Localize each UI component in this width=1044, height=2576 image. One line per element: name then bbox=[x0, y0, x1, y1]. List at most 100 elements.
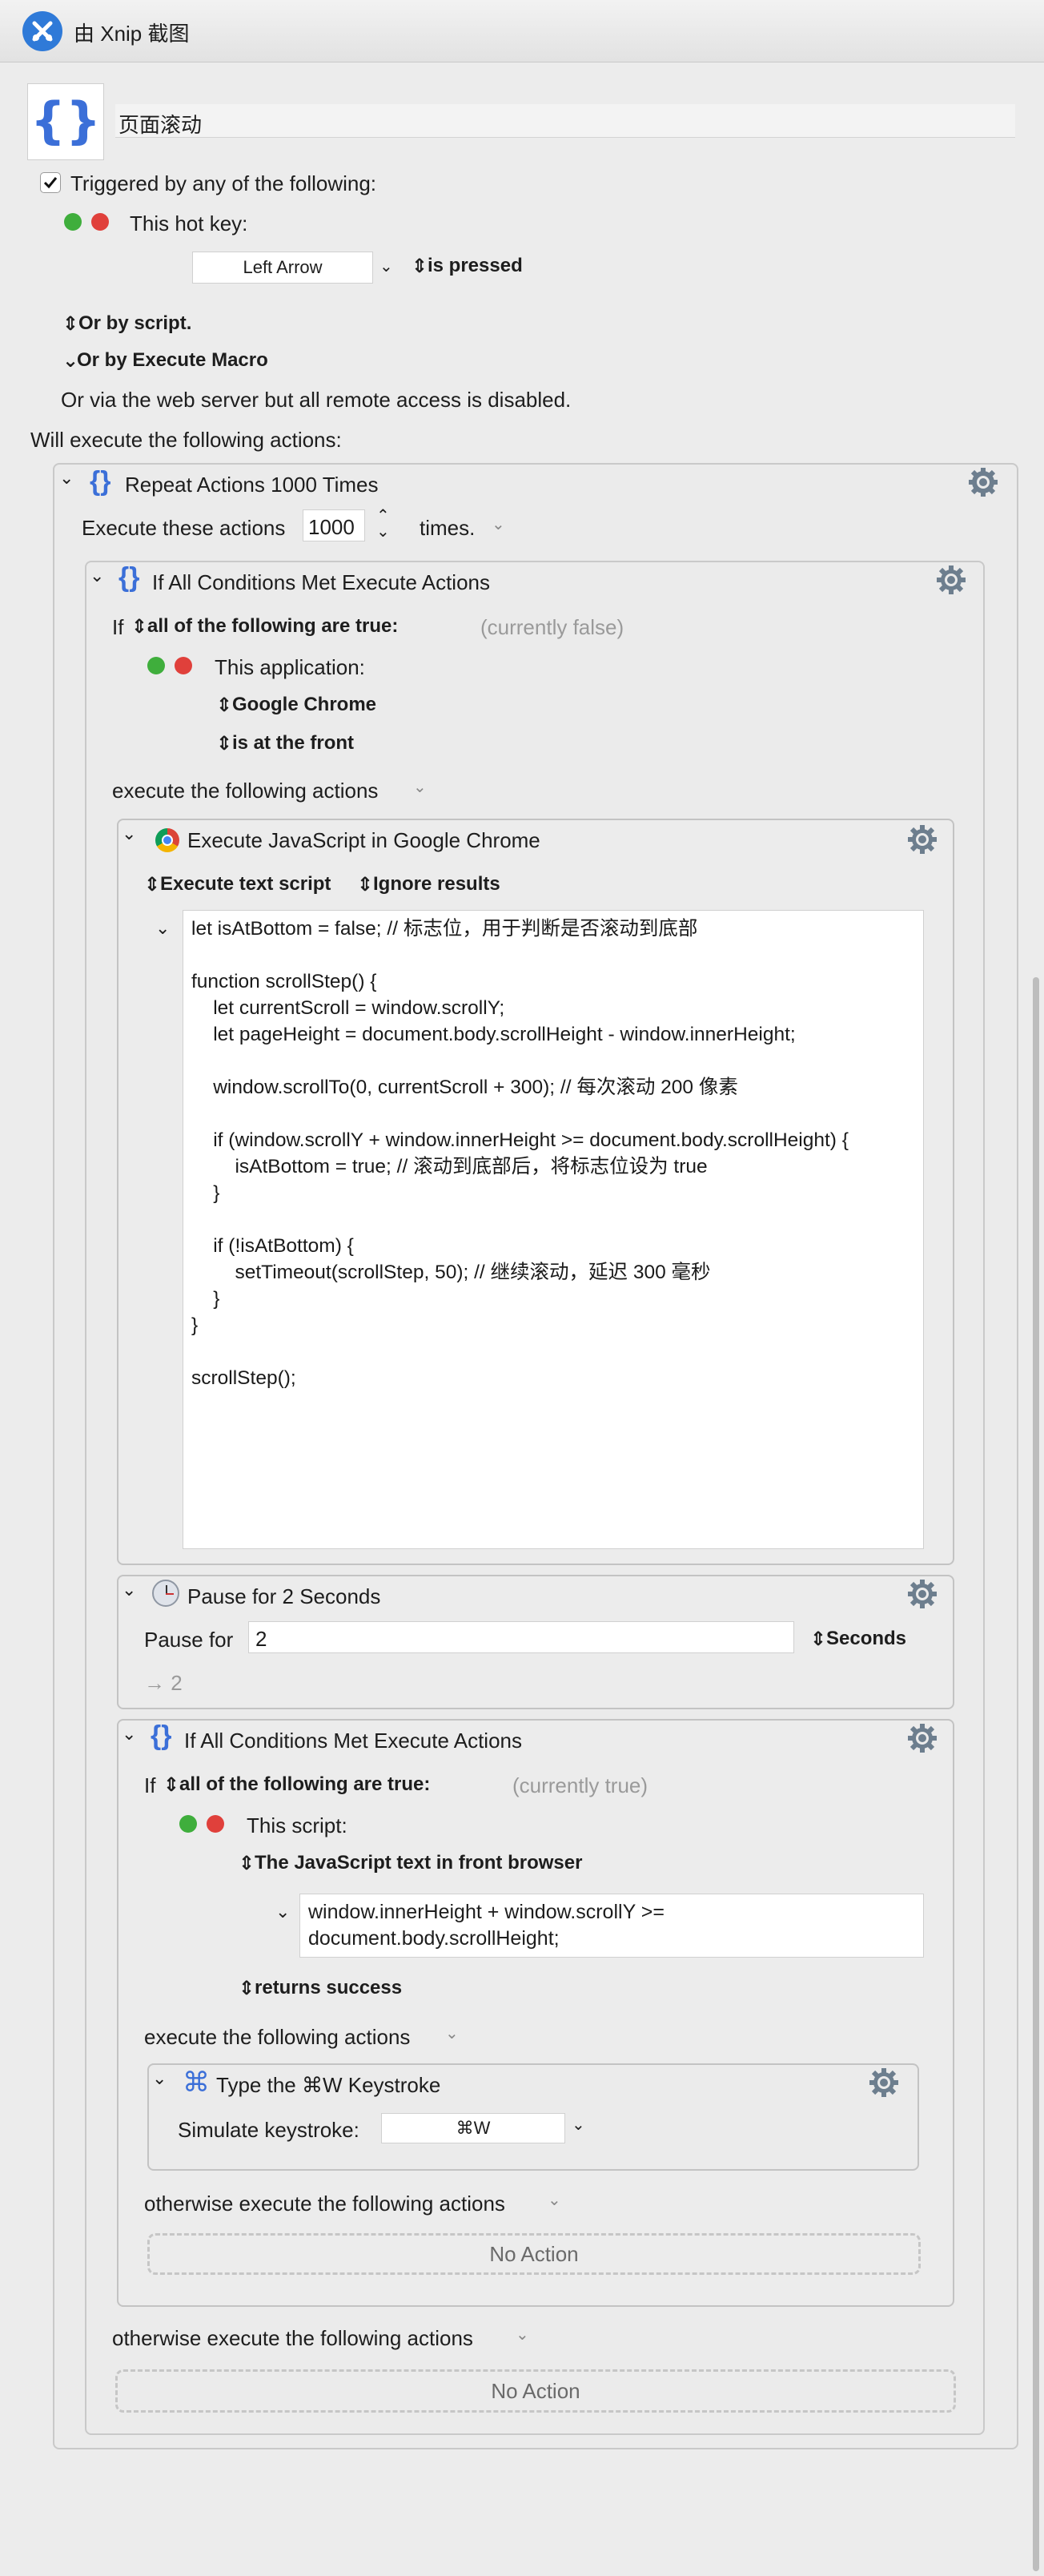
macro-name-field[interactable]: 页面滚动 bbox=[115, 104, 1015, 138]
updown-icon: ⇕ bbox=[239, 1853, 255, 1875]
code-line: if (!isAtBottom) { bbox=[191, 1235, 354, 1257]
otherwise-dropdown-icon[interactable]: ⌄ bbox=[516, 2324, 529, 2345]
if2-title: If All Conditions Met Execute Actions bbox=[184, 1729, 522, 1753]
code-line: } bbox=[191, 1314, 199, 1336]
if2-condition-popup[interactable]: ⇕all of the following are true: bbox=[163, 1773, 430, 1797]
execute-dropdown-icon[interactable]: ⌄ bbox=[445, 2023, 459, 2043]
no-action-drop-zone[interactable]: No Action bbox=[147, 2233, 921, 2275]
keystroke-action-panel[interactable]: ⌄ ⌘ Type the ⌘W Keystroke Simulate keyst… bbox=[147, 2063, 919, 2171]
code-line: } bbox=[191, 1288, 220, 1310]
script-collapse-icon[interactable]: ⌄ bbox=[275, 1902, 290, 1922]
code-line: let currentScroll = window.scrollY; bbox=[191, 997, 505, 1019]
macro-icon[interactable]: {} bbox=[27, 83, 104, 160]
script-type-popup[interactable]: ⇕The JavaScript text in front browser bbox=[239, 1852, 582, 1875]
updown-icon: ⇕ bbox=[62, 313, 79, 336]
gear-icon[interactable] bbox=[906, 823, 938, 855]
gear-icon[interactable] bbox=[906, 1722, 938, 1754]
if1-otherwise-label: otherwise execute the following actions bbox=[112, 2326, 473, 2350]
add-trigger-icon[interactable] bbox=[64, 213, 82, 231]
remove-trigger-icon[interactable] bbox=[91, 213, 109, 231]
if2-execute-label: execute the following actions bbox=[144, 2025, 411, 2049]
collapse-chevron-icon[interactable]: ⌄ bbox=[122, 1580, 136, 1600]
code-line: let pageHeight = document.body.scrollHei… bbox=[191, 1024, 796, 1045]
js-results-popup[interactable]: ⇕Ignore results bbox=[357, 873, 500, 896]
collapse-chevron-icon[interactable]: ⌄ bbox=[152, 2068, 167, 2089]
collapse-chevron-icon[interactable]: ⌄ bbox=[59, 468, 74, 489]
collapse-chevron-icon[interactable]: ⌄ bbox=[122, 1724, 136, 1745]
updown-icon: ⇕ bbox=[239, 1978, 255, 2000]
app-name-popup[interactable]: ⇕Google Chrome bbox=[216, 694, 376, 717]
script-result-popup[interactable]: ⇕returns success bbox=[239, 1977, 402, 2000]
hotkey-value: Left Arrow bbox=[243, 257, 323, 277]
if-actions-panel-2[interactable]: ⌄ {} If All Conditions Met Execute Actio… bbox=[117, 1719, 954, 2307]
execute-dropdown-icon[interactable]: ⌄ bbox=[413, 777, 427, 797]
if1-condition-popup[interactable]: ⇕all of the following are true: bbox=[131, 615, 398, 638]
repeat-action-panel[interactable]: ⌄ {} Repeat Actions 1000 Times Execute t… bbox=[53, 463, 1018, 2449]
updown-icon: ⇕ bbox=[216, 694, 233, 717]
code-line: if (window.scrollY + window.innerHeight … bbox=[191, 1129, 849, 1151]
gear-icon[interactable] bbox=[935, 564, 967, 596]
gear-icon[interactable] bbox=[868, 2067, 900, 2099]
clock-icon bbox=[152, 1580, 179, 1607]
if1-execute-label: execute the following actions bbox=[112, 779, 379, 803]
updown-icon: ⇕ bbox=[357, 874, 374, 896]
or-by-script[interactable]: ⇕Or by script. bbox=[62, 312, 191, 336]
js-action-panel[interactable]: ⌄ Execute JavaScript in Google Chrome ⇕E… bbox=[117, 819, 954, 1565]
web-server-note: Or via the web server but all remote acc… bbox=[61, 388, 572, 412]
triggered-checkbox[interactable] bbox=[40, 172, 61, 193]
window-title: 由 Xnip 截图 bbox=[74, 22, 190, 46]
pause-result: → 2 bbox=[144, 1671, 183, 1695]
keystroke-dropdown-icon[interactable]: ⌄ bbox=[572, 2115, 585, 2135]
js-title: Execute JavaScript in Google Chrome bbox=[187, 828, 540, 852]
repeat-count-field[interactable]: 1000 bbox=[303, 509, 365, 541]
if1-status: (currently false) bbox=[480, 615, 624, 639]
code-line: scrollStep(); bbox=[191, 1367, 296, 1389]
pause-title: Pause for 2 Seconds bbox=[187, 1584, 381, 1608]
gear-icon[interactable] bbox=[906, 1578, 938, 1610]
if-icon: {} bbox=[151, 1721, 172, 1751]
updown-icon: ⇕ bbox=[810, 1628, 827, 1651]
or-by-execute-macro[interactable]: ⌄Or by Execute Macro bbox=[62, 349, 268, 372]
pause-value-field[interactable]: 2 bbox=[248, 1621, 794, 1653]
pause-unit-popup[interactable]: ⇕Seconds bbox=[810, 1628, 906, 1651]
stepper-icon[interactable]: ⌃ ⌄ bbox=[376, 508, 390, 540]
js-code: let isAtBottom = false; // 标志位，用于判断是否滚动到… bbox=[191, 916, 915, 1391]
hotkey-dropdown-icon[interactable]: ⌄ bbox=[379, 256, 393, 276]
times-dropdown-icon[interactable]: ⌄ bbox=[492, 514, 505, 534]
otherwise-dropdown-icon[interactable]: ⌄ bbox=[548, 2190, 561, 2210]
collapse-chevron-icon[interactable]: ⌄ bbox=[122, 823, 136, 844]
remove-condition-icon[interactable] bbox=[207, 1815, 224, 1833]
if-icon: {} bbox=[118, 562, 140, 593]
script-text-field[interactable]: window.innerHeight + window.scrollY >= d… bbox=[299, 1894, 924, 1958]
app-state-popup[interactable]: ⇕is at the front bbox=[216, 732, 354, 755]
pause-action-panel[interactable]: ⌄ Pause for 2 Seconds Pause for 2 ⇕Secon… bbox=[117, 1575, 954, 1709]
code-collapse-icon[interactable]: ⌄ bbox=[155, 918, 170, 939]
repeat-title: Repeat Actions 1000 Times bbox=[125, 473, 379, 497]
gear-icon[interactable] bbox=[967, 466, 999, 498]
remove-condition-icon[interactable] bbox=[175, 657, 192, 674]
keystroke-field[interactable]: ⌘W bbox=[381, 2113, 565, 2143]
title-bar: 由 Xnip 截图 bbox=[0, 0, 1044, 62]
hotkey-state: is pressed bbox=[428, 255, 523, 276]
add-condition-icon[interactable] bbox=[147, 657, 165, 674]
collapse-chevron-icon[interactable]: ⌄ bbox=[90, 566, 104, 586]
hotkey-field[interactable]: Left Arrow bbox=[192, 252, 373, 284]
app-condition-label: This application: bbox=[215, 655, 365, 679]
hotkey-state-popup[interactable]: ⇕is pressed bbox=[412, 255, 523, 278]
macro-name: 页面滚动 bbox=[118, 113, 203, 137]
triggers-header: Triggered by any of the following: bbox=[70, 171, 377, 195]
add-condition-icon[interactable] bbox=[179, 1815, 197, 1833]
chrome-icon bbox=[155, 828, 179, 852]
svg-text:{}: {} bbox=[34, 91, 98, 150]
code-line: } bbox=[191, 1182, 220, 1204]
js-mode-popup[interactable]: ⇕Execute text script bbox=[144, 873, 331, 896]
scrollbar-thumb[interactable] bbox=[1033, 977, 1039, 2571]
no-action-drop-zone[interactable]: No Action bbox=[115, 2369, 956, 2413]
hotkey-label: This hot key: bbox=[130, 211, 248, 235]
js-code-editor[interactable]: let isAtBottom = false; // 标志位，用于判断是否滚动到… bbox=[183, 910, 924, 1549]
will-execute-label: Will execute the following actions: bbox=[30, 428, 342, 452]
if-actions-panel-1[interactable]: ⌄ {} If All Conditions Met Execute Actio… bbox=[85, 561, 985, 2435]
